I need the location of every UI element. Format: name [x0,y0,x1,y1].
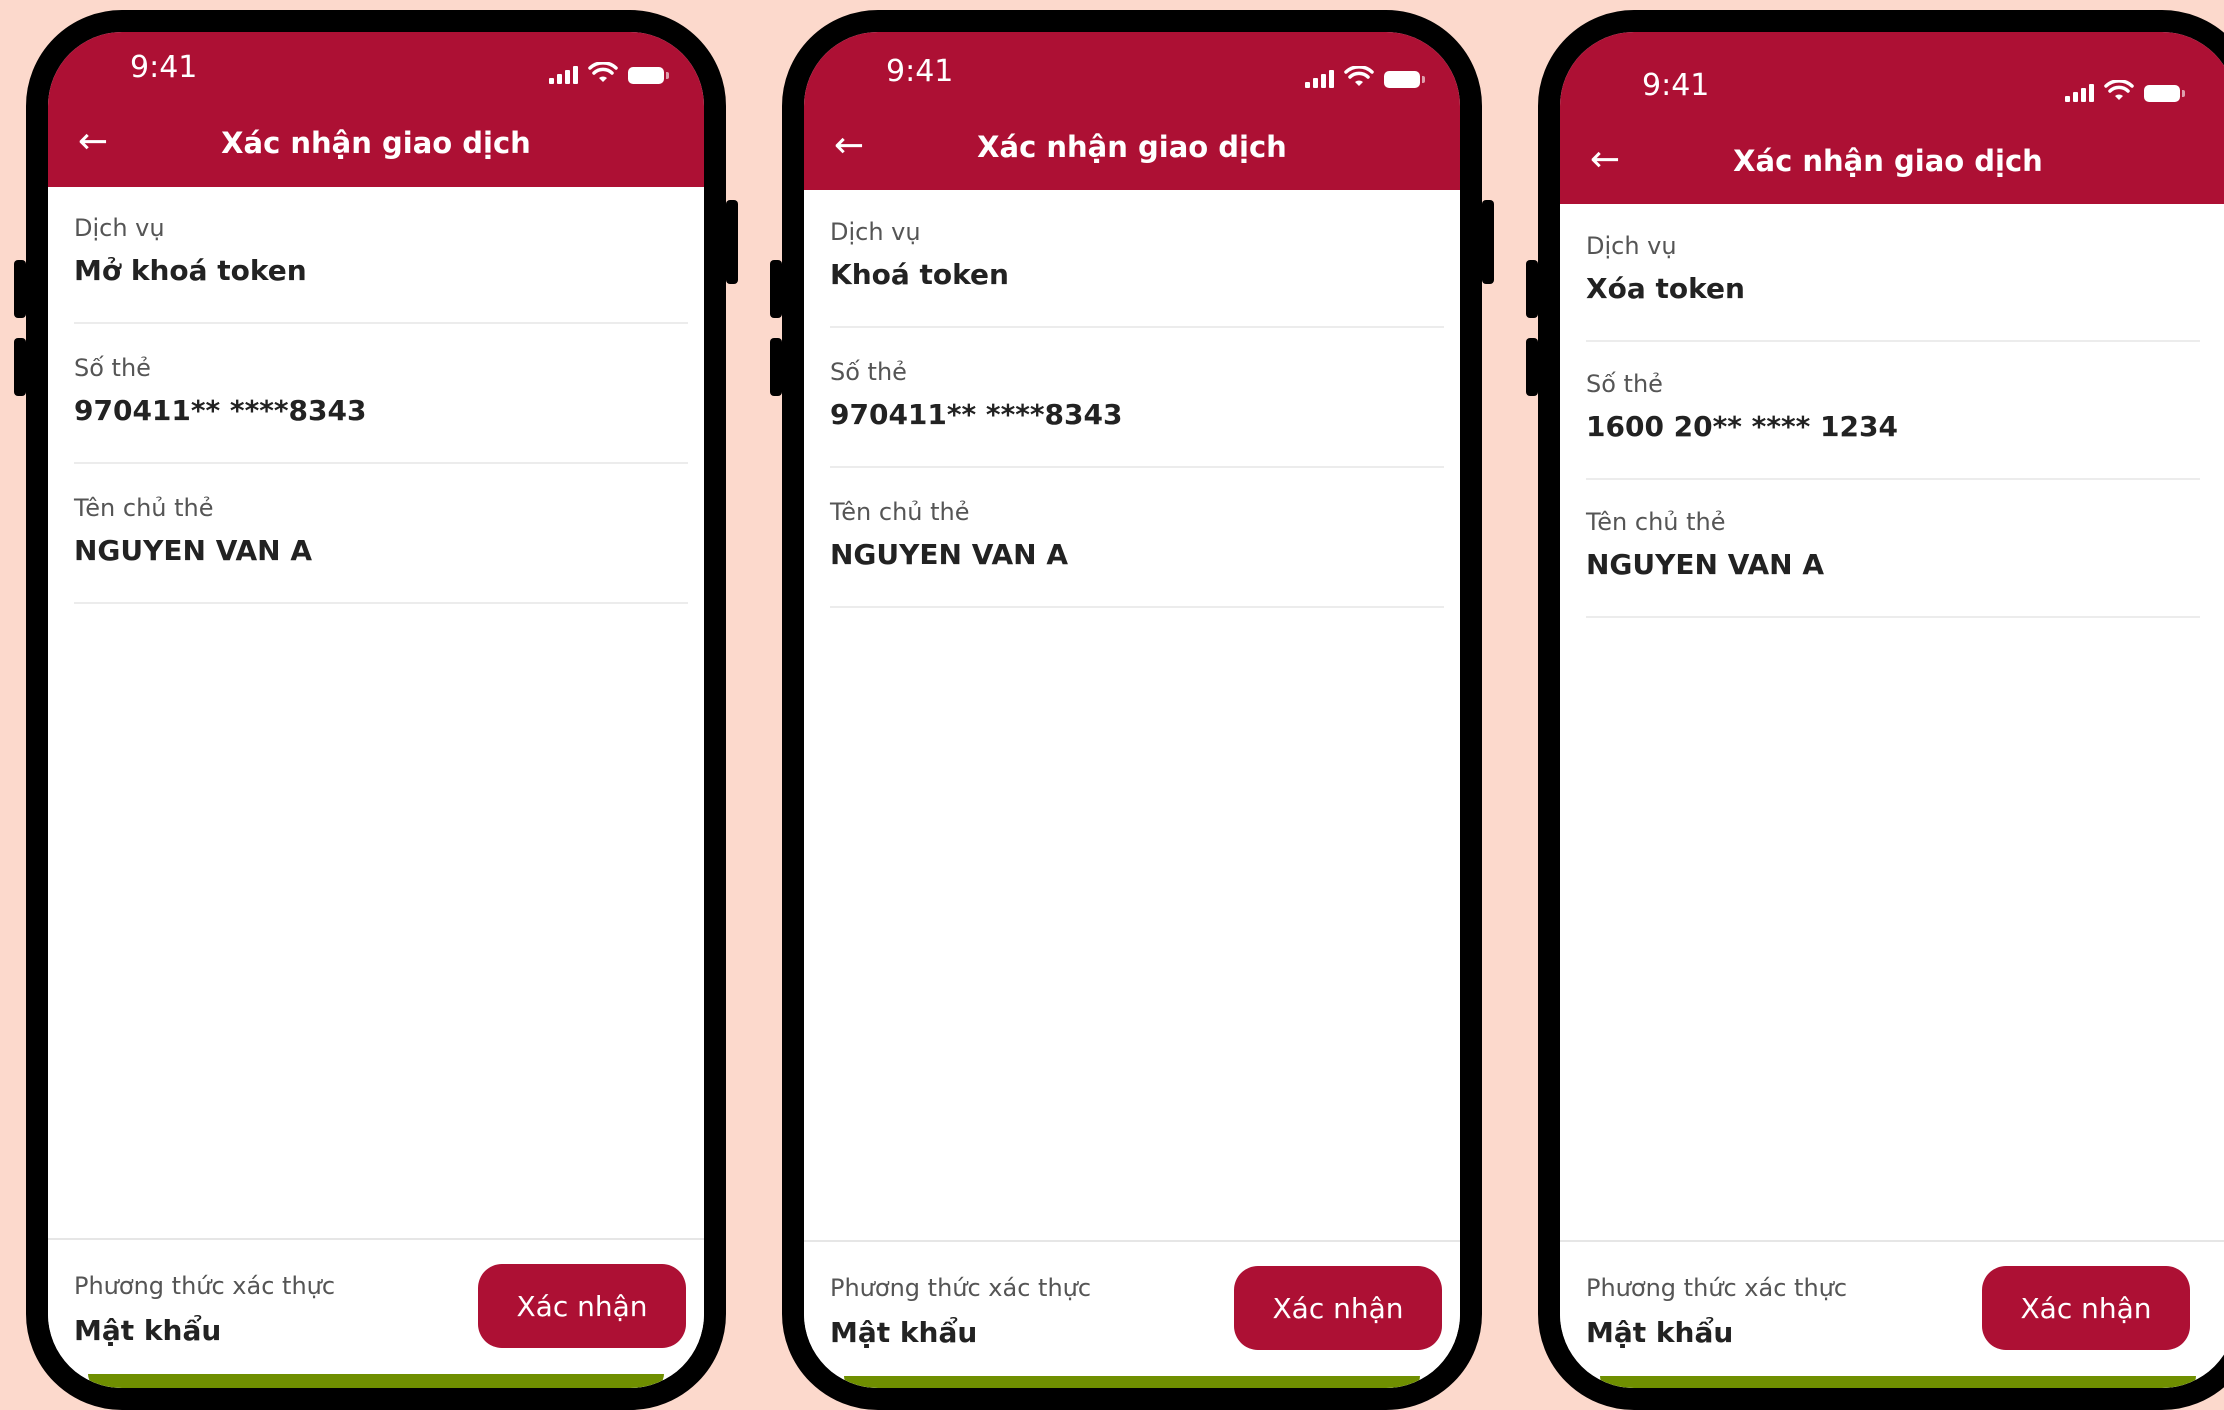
field-label: Dịch vụ [74,214,165,242]
side-button [1526,338,1538,396]
battery-icon [2144,85,2185,102]
app-header: 9:41 ← Xác nhận giao dịch [48,32,704,187]
field-card-number: Số thẻ 970411** ****8343 [830,358,1444,468]
battery-icon [1384,71,1425,88]
page-title: Xác nhận giao dịch [221,126,531,160]
footer: Phương thức xác thực Mật khẩu Xác nhận [804,1240,1460,1388]
app-header: 9:41 ← Xác nhận giao dịch [1560,32,2224,204]
signal-icon [2065,84,2094,102]
app-header: 9:41 ← Xác nhận giao dịch [804,32,1460,190]
field-service: Dịch vụ Khoá token [830,218,1444,328]
field-card-number: Số thẻ 970411** ****8343 [74,354,688,464]
field-value: 970411** ****8343 [74,394,367,427]
phone-1: 9:41 ← Xác nhận giao dịch Dịch vụ Mở kho… [14,10,738,1410]
field-label: Số thẻ [830,358,907,386]
wifi-icon [2104,80,2134,100]
field-cardholder-name: Tên chủ thẻ NGUYEN VAN A [1586,508,2200,618]
bottom-accent [88,1374,664,1388]
auth-method-label: Phương thức xác thực [1586,1274,1848,1302]
status-icons [1305,66,1425,88]
field-label: Tên chủ thẻ [74,494,214,522]
field-value: Mở khoá token [74,254,307,287]
footer: Phương thức xác thực Mật khẩu Xác nhận [48,1238,704,1388]
side-button [726,200,738,284]
wifi-icon [1344,66,1374,86]
field-label: Tên chủ thẻ [830,498,970,526]
battery-icon [628,67,669,84]
auth-method-value[interactable]: Mật khẩu [1586,1316,1733,1349]
field-label: Dịch vụ [830,218,921,246]
signal-icon [1305,70,1334,88]
signal-icon [549,66,578,84]
auth-method-value[interactable]: Mật khẩu [830,1316,977,1349]
status-icons [549,62,669,84]
bottom-accent [844,1376,1420,1388]
page-title: Xác nhận giao dịch [977,130,1287,164]
field-value: Khoá token [830,258,1009,291]
field-label: Số thẻ [74,354,151,382]
side-button [14,260,26,318]
wifi-icon [588,62,618,82]
confirm-button[interactable]: Xác nhận [1234,1266,1442,1350]
field-value: NGUYEN VAN A [1586,548,1825,581]
field-card-number: Số thẻ 1600 20** **** 1234 [1586,370,2200,480]
field-label: Số thẻ [1586,370,1663,398]
auth-method-label: Phương thức xác thực [74,1272,336,1300]
side-button [14,338,26,396]
auth-method-value[interactable]: Mật khẩu [74,1314,221,1347]
page-title: Xác nhận giao dịch [1733,144,2043,178]
field-value: Xóa token [1586,272,1745,305]
phone-2: 9:41 ← Xác nhận giao dịch Dịch vụ Khoá t… [770,10,1494,1410]
field-label: Dịch vụ [1586,232,1677,260]
side-button [1526,260,1538,318]
screen: 9:41 ← Xác nhận giao dịch Dịch vụ Mở kho… [48,32,704,1388]
field-cardholder-name: Tên chủ thẻ NGUYEN VAN A [830,498,1444,608]
confirm-button[interactable]: Xác nhận [1982,1266,2190,1350]
field-cardholder-name: Tên chủ thẻ NGUYEN VAN A [74,494,688,604]
status-icons [2065,80,2185,102]
side-button [770,338,782,396]
field-value: NGUYEN VAN A [830,538,1069,571]
bottom-accent [1600,1376,2196,1388]
field-value: 1600 20** **** 1234 [1586,410,1898,443]
side-button [770,260,782,318]
screen: 9:41 ← Xác nhận giao dịch Dịch vụ Xóa to… [1560,32,2224,1388]
side-button [1482,200,1494,284]
footer: Phương thức xác thực Mật khẩu Xác nhận [1560,1240,2224,1388]
field-label: Tên chủ thẻ [1586,508,1726,536]
screen: 9:41 ← Xác nhận giao dịch Dịch vụ Khoá t… [804,32,1460,1388]
field-value: NGUYEN VAN A [74,534,313,567]
auth-method-label: Phương thức xác thực [830,1274,1092,1302]
phone-3: 9:41 ← Xác nhận giao dịch Dịch vụ Xóa to… [1526,10,2224,1410]
status-time: 9:41 [1642,68,1710,103]
status-time: 9:41 [886,54,954,89]
field-value: 970411** ****8343 [830,398,1123,431]
field-service: Dịch vụ Mở khoá token [74,214,688,324]
status-time: 9:41 [130,50,198,85]
confirm-button[interactable]: Xác nhận [478,1264,686,1348]
field-service: Dịch vụ Xóa token [1586,232,2200,342]
